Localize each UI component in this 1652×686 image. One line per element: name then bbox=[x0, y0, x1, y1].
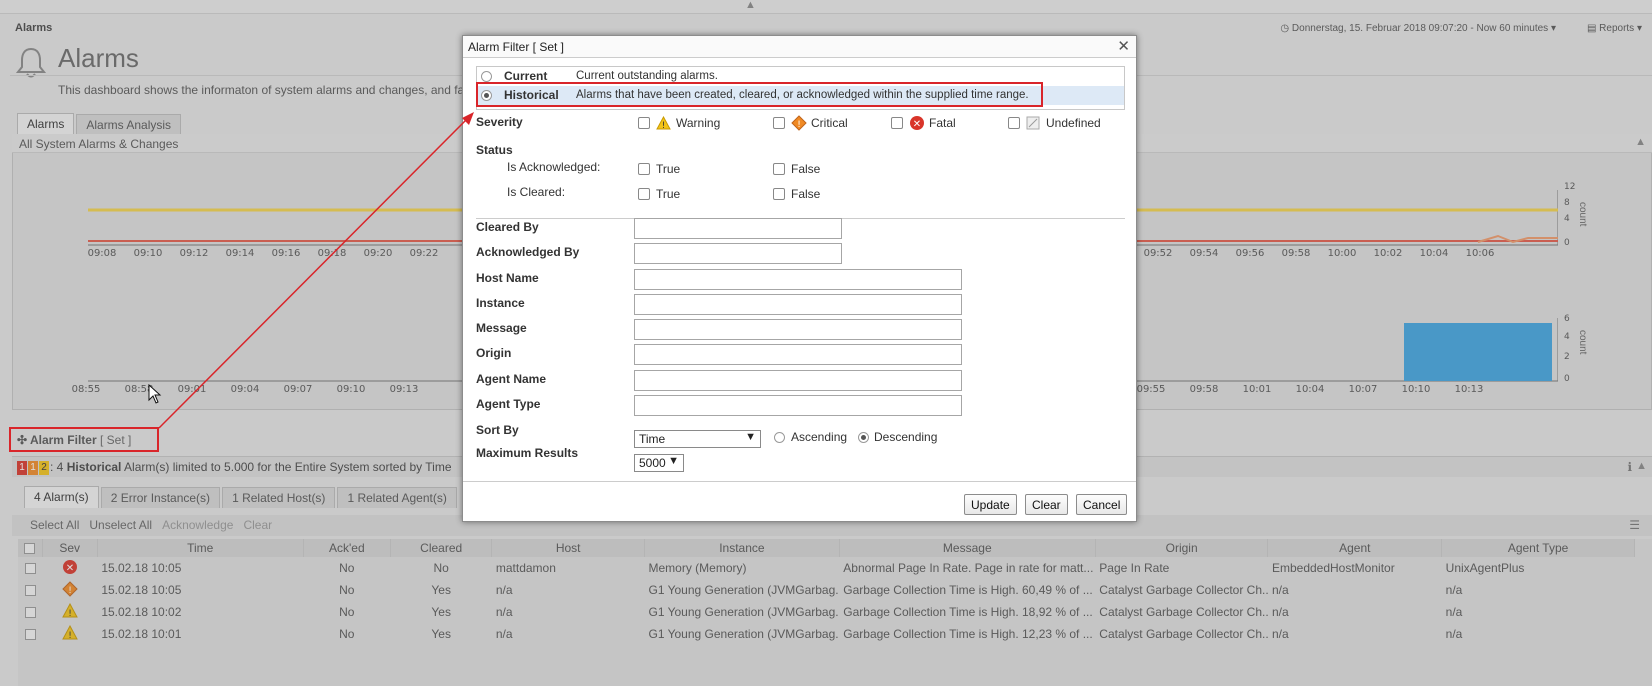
historical-highlight-box bbox=[476, 82, 1043, 107]
cleared-true-checkbox[interactable] bbox=[638, 188, 650, 200]
chevron-down-icon: ▼ bbox=[668, 455, 679, 467]
origin-input[interactable] bbox=[634, 344, 962, 365]
severity-warning-label: Warning bbox=[676, 116, 721, 130]
cancel-button[interactable]: Cancel bbox=[1076, 494, 1128, 515]
is-cleared-label: Is Cleared: bbox=[507, 185, 566, 199]
severity-undefined-checkbox[interactable] bbox=[1008, 117, 1020, 129]
mode-label-current: Current bbox=[504, 69, 548, 83]
agent-type-label: Agent Type bbox=[476, 397, 541, 411]
svg-text:!: ! bbox=[797, 120, 801, 130]
critical-icon: ! bbox=[791, 115, 807, 131]
descending-label: Descending bbox=[874, 430, 938, 444]
ack-true-label: True bbox=[656, 162, 681, 176]
radio-current[interactable] bbox=[481, 71, 492, 82]
message-input[interactable] bbox=[634, 319, 962, 340]
is-acknowledged-label: Is Acknowledged: bbox=[507, 160, 601, 174]
severity-fatal-label: Fatal bbox=[929, 116, 956, 130]
warning-icon: ! bbox=[656, 116, 671, 130]
agent-type-input[interactable] bbox=[634, 395, 962, 416]
ack-false-label: False bbox=[791, 162, 821, 176]
cleared-by-input[interactable] bbox=[634, 218, 842, 239]
host-name-label: Host Name bbox=[476, 271, 539, 285]
max-results-value: 5000 bbox=[639, 456, 666, 470]
acknowledged-by-label: Acknowledged By bbox=[476, 245, 580, 259]
severity-fatal-checkbox[interactable] bbox=[891, 117, 903, 129]
radio-descending[interactable] bbox=[858, 432, 869, 443]
fatal-icon: ✕ bbox=[910, 116, 924, 130]
dialog-title: Alarm Filter [ Set ] bbox=[463, 36, 1136, 58]
ack-true-checkbox[interactable] bbox=[638, 163, 650, 175]
cleared-by-label: Cleared By bbox=[476, 220, 539, 234]
sort-by-label: Sort By bbox=[476, 423, 519, 437]
update-button[interactable]: Update bbox=[964, 494, 1017, 515]
chevron-down-icon: ▼ bbox=[745, 431, 756, 443]
svg-text:✕: ✕ bbox=[913, 119, 921, 130]
severity-undefined-label: Undefined bbox=[1046, 116, 1101, 130]
max-results-label: Maximum Results bbox=[476, 446, 579, 460]
filter-highlight-box bbox=[9, 427, 159, 452]
ascending-label: Ascending bbox=[791, 430, 848, 444]
message-label: Message bbox=[476, 321, 527, 335]
mouse-cursor-icon bbox=[148, 384, 162, 404]
instance-input[interactable] bbox=[634, 294, 962, 315]
host-name-input[interactable] bbox=[634, 269, 962, 290]
mode-desc-current: Current outstanding alarms. bbox=[576, 70, 718, 82]
radio-ascending[interactable] bbox=[774, 432, 785, 443]
origin-label: Origin bbox=[476, 346, 512, 360]
severity-critical-label: Critical bbox=[811, 116, 848, 130]
sort-by-value: Time bbox=[639, 432, 666, 446]
severity-warning-checkbox[interactable] bbox=[638, 117, 650, 129]
clear-filter-button[interactable]: Clear bbox=[1025, 494, 1068, 515]
close-icon[interactable]: ✕ bbox=[1117, 37, 1130, 55]
status-label: Status bbox=[476, 143, 513, 157]
undefined-icon bbox=[1026, 116, 1040, 130]
agent-name-label: Agent Name bbox=[476, 372, 547, 386]
severity-critical-checkbox[interactable] bbox=[773, 117, 785, 129]
severity-label: Severity bbox=[476, 115, 523, 129]
sort-by-select[interactable]: Time ▼ bbox=[634, 430, 761, 448]
cleared-false-checkbox[interactable] bbox=[773, 188, 785, 200]
svg-text:!: ! bbox=[662, 121, 666, 130]
cleared-true-label: True bbox=[656, 187, 681, 201]
divider bbox=[463, 481, 1136, 482]
alarm-filter-dialog: Alarm Filter [ Set ] ✕ Current Current o… bbox=[462, 35, 1137, 522]
instance-label: Instance bbox=[476, 296, 525, 310]
cleared-false-label: False bbox=[791, 187, 821, 201]
agent-name-input[interactable] bbox=[634, 370, 962, 391]
acknowledged-by-input[interactable] bbox=[634, 243, 842, 264]
ack-false-checkbox[interactable] bbox=[773, 163, 785, 175]
max-results-select[interactable]: 5000 ▼ bbox=[634, 454, 684, 472]
